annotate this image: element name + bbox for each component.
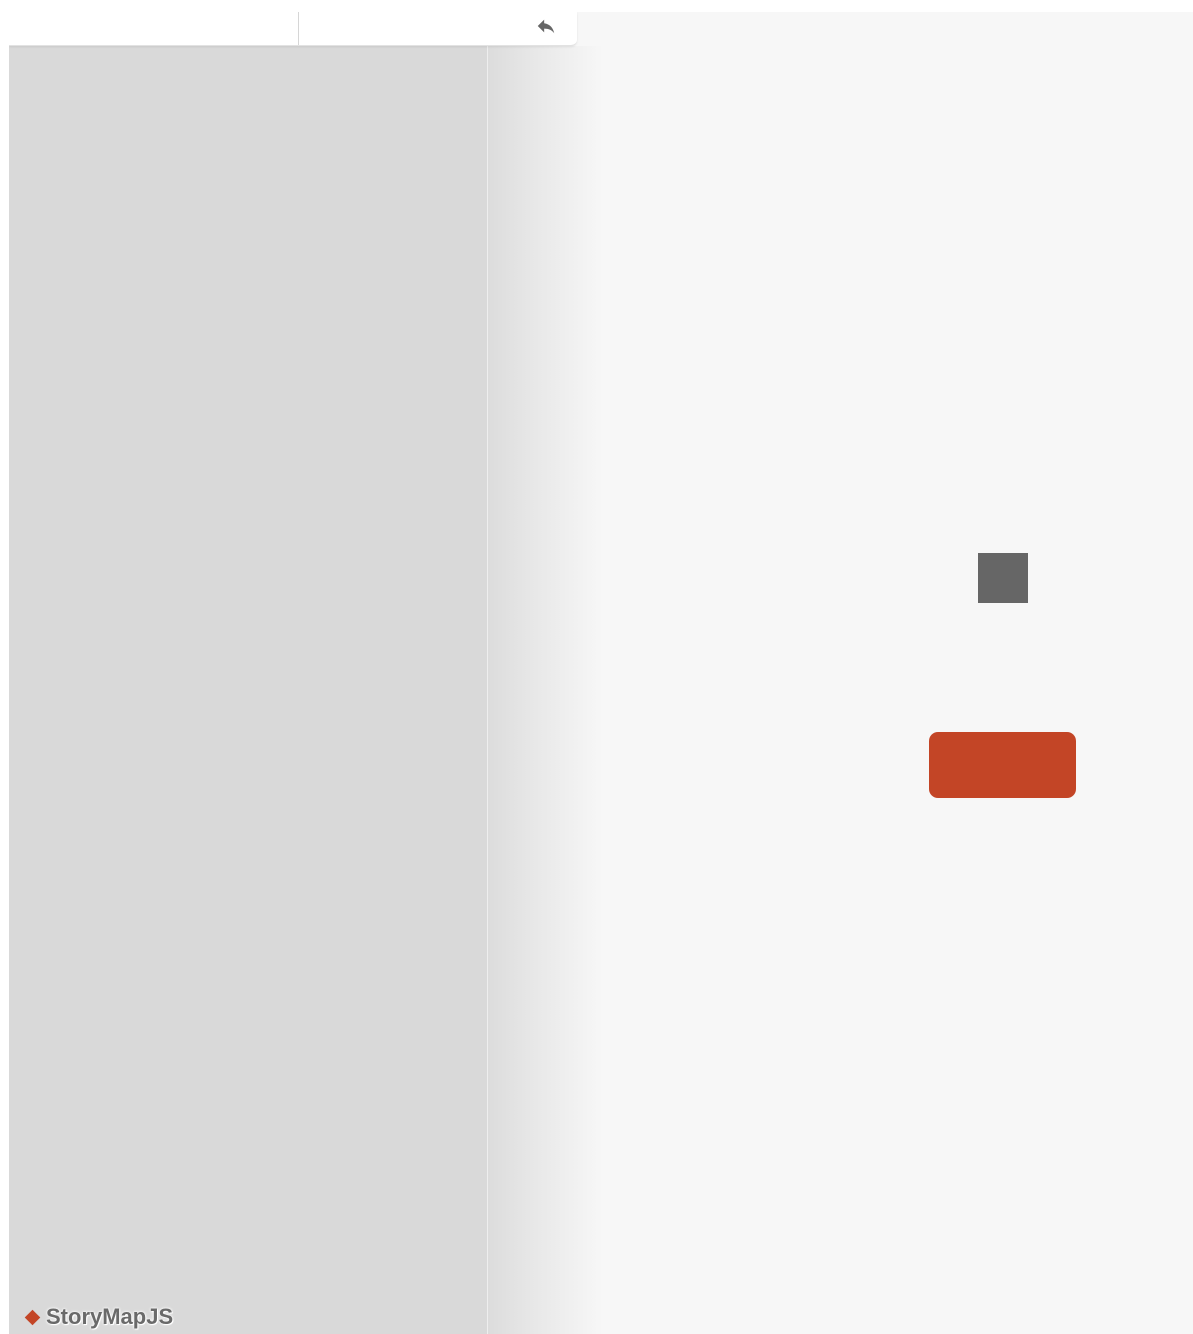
loading-square-icon [978, 553, 1028, 603]
toolbar-right-section [299, 12, 577, 45]
toolbar [9, 12, 577, 46]
diamond-icon [24, 1309, 41, 1325]
storymap-app: StoryMapJS [9, 12, 1193, 1334]
storymap-branding[interactable]: StoryMapJS [24, 1302, 173, 1332]
back-button[interactable] [531, 14, 561, 42]
reply-arrow-icon [535, 15, 557, 42]
panel-shadow [488, 46, 603, 1334]
map-pane[interactable] [9, 46, 488, 1334]
accent-button[interactable] [929, 732, 1076, 798]
toolbar-left-section [9, 12, 299, 45]
brand-name: StoryMapJS [46, 1304, 174, 1329]
